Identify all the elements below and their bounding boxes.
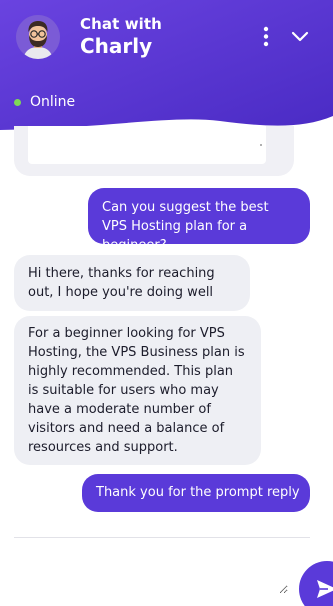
status-indicator: Online	[14, 93, 75, 111]
chevron-down-icon	[291, 31, 309, 42]
online-dot-icon	[14, 98, 21, 106]
kebab-menu-icon	[263, 26, 269, 47]
agent-name: Charly	[80, 34, 153, 58]
bot-message: Hi there, thanks for reaching out, I hop…	[14, 255, 250, 311]
card-dot	[260, 144, 262, 146]
send-button[interactable]	[299, 561, 333, 606]
collapse-button[interactable]	[288, 26, 312, 48]
bearded-man-avatar-icon	[16, 15, 60, 59]
message-input[interactable]	[14, 546, 288, 594]
status-text: Online	[30, 94, 76, 110]
kebab-menu-button[interactable]	[256, 24, 276, 50]
chat-header: Chat with Charly Online	[0, 0, 333, 140]
composer-divider	[14, 537, 310, 538]
header-subtitle: Chat with	[80, 15, 162, 33]
agent-avatar	[16, 15, 60, 59]
user-message: Can you suggest the best VPS Hosting pla…	[88, 188, 310, 253]
bot-message: For a beginner looking for VPS Hosting, …	[14, 316, 261, 465]
chat-widget: Chat with Charly Online Can you suggest …	[0, 0, 333, 606]
card-inner	[28, 126, 266, 164]
user-message: Thank you for the prompt reply	[82, 474, 310, 512]
previous-message-card	[14, 126, 294, 176]
send-icon	[317, 580, 333, 598]
